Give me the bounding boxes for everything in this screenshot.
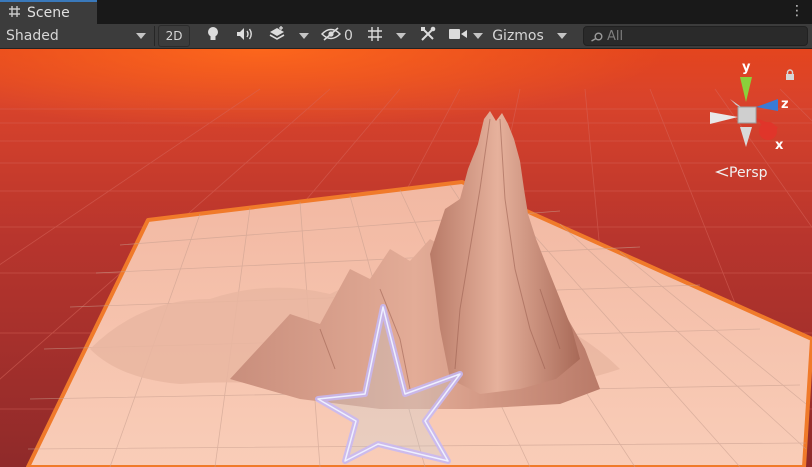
hidden-eye-icon: [320, 27, 342, 45]
hidden-count: 0: [344, 28, 353, 44]
tab-options-menu-icon[interactable]: ⋮: [790, 4, 804, 18]
projection-label: Persp: [729, 165, 768, 181]
projection-toggle[interactable]: Persp: [714, 165, 768, 181]
effects-stack-icon: [268, 26, 286, 46]
scene-visibility-button[interactable]: 0: [318, 25, 356, 47]
grid-toggle-button[interactable]: [362, 25, 388, 47]
neg-x-axis-cone[interactable]: [710, 112, 738, 124]
chevron-down-icon: [396, 33, 406, 39]
grid-dropdown[interactable]: [391, 25, 411, 47]
scene-toolbar: Shaded 2D 0 Gizmos All: [0, 24, 812, 49]
2d-toggle-button[interactable]: 2D: [158, 25, 190, 47]
z-axis-cone[interactable]: [756, 99, 778, 111]
effects-dropdown[interactable]: [294, 25, 314, 47]
gizmos-dropdown[interactable]: [552, 25, 572, 47]
camera-icon: [449, 28, 467, 44]
audio-icon: [236, 27, 254, 45]
chevron-down-icon: [557, 33, 567, 39]
scene-viewport[interactable]: y z x Persp: [0, 49, 812, 467]
scene-grid-icon: [8, 5, 21, 22]
camera-settings-button[interactable]: [446, 25, 470, 47]
perspective-arrow-icon: [714, 167, 729, 177]
grid-toggle-icon: [367, 26, 383, 46]
gizmos-button[interactable]: Gizmos: [488, 25, 548, 47]
chevron-down-icon: [136, 33, 146, 39]
search-input[interactable]: [607, 28, 787, 44]
component-tools-button[interactable]: [415, 25, 441, 47]
scene-tab-label: Scene: [27, 5, 70, 21]
audio-toggle-button[interactable]: [231, 25, 259, 47]
toolbar-divider: [154, 26, 155, 46]
draw-mode-dropdown[interactable]: Shaded: [2, 25, 152, 47]
effects-toggle-button[interactable]: [263, 25, 291, 47]
y-axis-label: y: [742, 60, 751, 75]
scene-render: [0, 49, 812, 467]
search-icon: [590, 27, 603, 46]
camera-dropdown[interactable]: [470, 25, 486, 47]
scene-search-field[interactable]: [583, 26, 808, 46]
chevron-down-icon: [299, 33, 309, 39]
draw-mode-label: Shaded: [6, 28, 59, 44]
tools-icon: [420, 26, 436, 46]
gizmo-center-cube[interactable]: [737, 106, 757, 124]
scene-tab[interactable]: Scene: [0, 0, 97, 24]
chevron-down-icon: [473, 33, 483, 39]
x-axis-label: x: [775, 138, 784, 153]
sun-glow: [0, 49, 812, 209]
lighting-toggle-button[interactable]: [199, 25, 227, 47]
tab-bar: Scene ⋮: [0, 0, 812, 24]
lighting-bulb-icon: [206, 26, 220, 46]
lock-icon[interactable]: [784, 66, 796, 85]
z-axis-label: z: [781, 97, 789, 112]
y-axis-cone[interactable]: [740, 77, 752, 102]
neg-y-axis-cone[interactable]: [740, 127, 752, 147]
